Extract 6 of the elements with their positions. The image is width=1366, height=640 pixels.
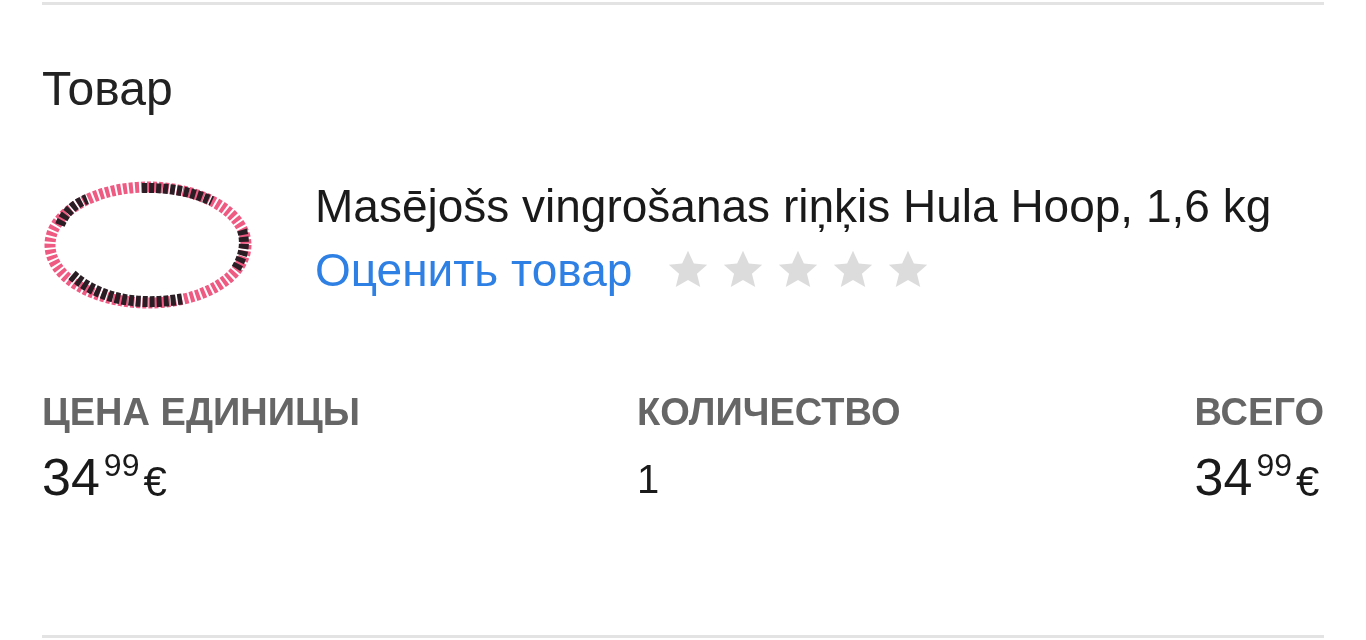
product-name: Masējošs vingrošanas riņķis Hula Hoop, 1,6 kg [315,179,1273,234]
section-title: Товар [42,65,174,113]
quantity-value: 1 [637,459,661,499]
column-label: ВСЕГО [1194,393,1324,431]
column-label: ЦЕНА ЕДИНИЦЫ [42,393,361,431]
column-label: КОЛИЧЕСТВО [637,393,902,431]
